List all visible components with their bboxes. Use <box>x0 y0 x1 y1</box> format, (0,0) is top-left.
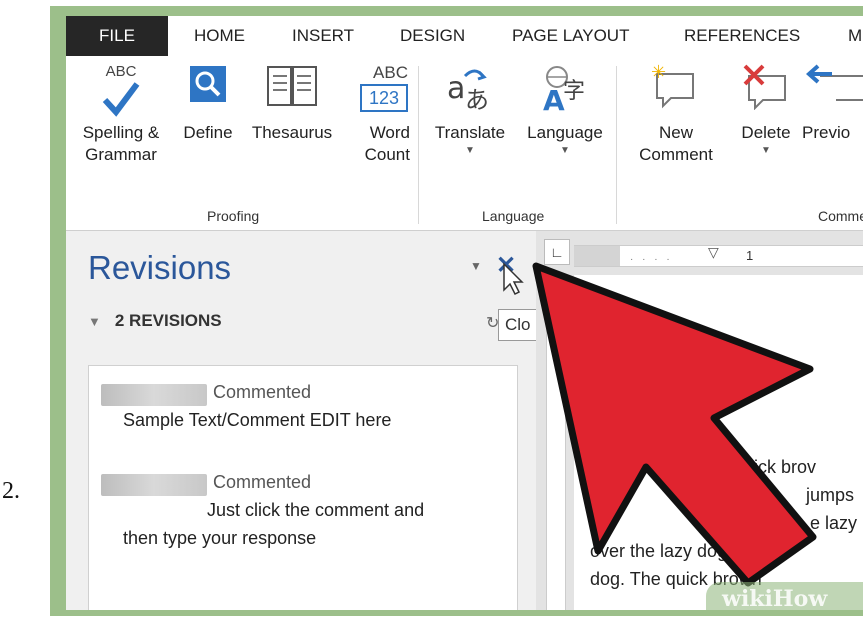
comments-group-label: Comme <box>818 208 863 224</box>
tab-home[interactable]: HOME <box>194 16 245 56</box>
translate-dropdown-icon[interactable]: ▼ <box>426 144 514 158</box>
screenshot-frame: FILE HOME INSERT DESIGN PAGE LAYOUT REFE… <box>50 6 863 616</box>
thesaurus-button[interactable]: Thesaurus <box>246 64 338 144</box>
doc-line-6: over the lazy dog. The <box>590 541 768 561</box>
svg-text:a: a <box>447 71 465 106</box>
revisions-title: Revisions <box>88 249 232 286</box>
svg-text:✳: ✳ <box>651 64 666 83</box>
revision-list: Commented Sample Text/Comment EDIT here … <box>88 365 518 610</box>
tab-design[interactable]: DESIGN <box>400 16 465 56</box>
language-dropdown-icon[interactable]: ▼ <box>518 144 612 158</box>
word-count-icon-top: ABC <box>373 63 408 82</box>
revisions-pane: Revisions ▼ ✕ ▼ 2 REVISIONS ↻ Clo Comment… <box>66 231 538 610</box>
thesaurus-label: Thesaurus <box>251 123 333 142</box>
ruler-margin <box>574 246 620 266</box>
author-name-blurred <box>101 384 207 406</box>
doc-line-4: jumps o <box>720 513 784 533</box>
book-icon <box>246 64 338 122</box>
tab-insert[interactable]: INSERT <box>292 16 354 56</box>
doc-line-2: k bro <box>724 485 765 505</box>
delete-comment-icon <box>728 64 804 122</box>
comment-action-1: Commented <box>213 382 312 402</box>
previous-comment-button[interactable]: Previo <box>802 64 863 144</box>
language-label: Language <box>527 123 603 142</box>
ruler-ticks: · · · · <box>630 254 673 265</box>
word-count-label-1: Word <box>369 123 410 142</box>
step-number: 2. <box>2 478 20 504</box>
spelling-grammar-button[interactable]: ABC Spelling & Grammar <box>70 64 172 166</box>
spelling-check-icon: ABC <box>70 64 172 122</box>
wikihow-watermark: wikiHow <box>722 586 828 610</box>
spelling-label-2: Grammar <box>85 145 157 164</box>
vertical-ruler[interactable] <box>546 275 566 610</box>
previous-label: Previo <box>802 123 851 142</box>
translate-label: Translate <box>434 123 506 142</box>
tab-references[interactable]: REFERENCES <box>684 16 800 56</box>
comment-text-1[interactable]: Sample Text/Comment EDIT here <box>123 410 391 431</box>
doc-line-3: jumps <box>806 485 855 505</box>
language-globe-icon: A 字 <box>518 64 612 122</box>
comment-text-2-line2[interactable]: then type your response <box>123 528 316 549</box>
doc-line-1: uick brov <box>744 457 817 477</box>
tab-mailings[interactable]: M <box>848 16 862 56</box>
tab-file[interactable]: FILE <box>66 16 168 56</box>
translate-button[interactable]: a あ Translate ▼ <box>426 64 514 158</box>
delete-dropdown-icon[interactable]: ▼ <box>728 144 804 158</box>
word-count-label-2: Count <box>364 145 410 164</box>
tab-page-layout[interactable]: PAGE LAYOUT <box>512 16 629 56</box>
document-page[interactable]: uick brov k bro jumps jumps o e lazy ove… <box>574 275 863 610</box>
word-count-button[interactable]: ABC 123 Word Count <box>342 64 410 166</box>
new-comment-button[interactable]: ✳ New Comment <box>626 64 726 166</box>
word-count-icon: ABC 123 <box>342 64 410 122</box>
comment-text-2-line1[interactable]: Just click the comment and <box>207 500 424 521</box>
svg-text:あ: あ <box>465 86 489 114</box>
word-count-icon-bottom: 123 <box>360 84 408 112</box>
word-window: FILE HOME INSERT DESIGN PAGE LAYOUT REFE… <box>66 16 863 610</box>
chevron-down-icon[interactable]: ▼ <box>88 314 101 329</box>
new-comment-label-2: Comment <box>639 145 713 164</box>
define-button[interactable]: Define <box>174 64 242 144</box>
spelling-label-1: Spelling & <box>82 123 160 142</box>
language-button[interactable]: A 字 Language ▼ <box>518 64 612 158</box>
doc-line-5: e lazy <box>810 513 858 533</box>
revisions-count[interactable]: ▼ 2 REVISIONS <box>88 311 222 331</box>
ruler-number: 1 <box>746 248 754 263</box>
translate-icon: a あ <box>426 64 514 122</box>
new-comment-label-1: New <box>658 123 693 142</box>
group-separator-2 <box>616 66 617 224</box>
previous-comment-icon <box>802 64 863 122</box>
comment-action-2: Commented <box>213 472 312 492</box>
language-group-label: Language <box>482 208 545 224</box>
group-separator <box>418 66 419 224</box>
ribbon-tabs: FILE HOME INSERT DESIGN PAGE LAYOUT REFE… <box>66 16 863 56</box>
define-label: Define <box>183 123 233 142</box>
close-icon[interactable]: ✕ <box>496 251 516 280</box>
proofing-group-label: Proofing <box>207 208 260 224</box>
define-search-icon <box>174 64 242 122</box>
spelling-icon-text: ABC <box>105 63 137 80</box>
tab-selector[interactable]: ∟ <box>544 239 570 265</box>
revisions-count-label: 2 REVISIONS <box>114 311 222 330</box>
indent-marker-icon[interactable]: ▽ <box>708 244 719 261</box>
horizontal-ruler[interactable]: · · · · ▽ 1 <box>574 244 863 267</box>
svg-text:A: A <box>543 84 565 114</box>
delete-comment-button[interactable]: Delete ▼ <box>728 64 804 158</box>
new-comment-icon: ✳ <box>626 64 726 122</box>
svg-text:字: 字 <box>563 79 585 104</box>
document-area: ∟ · · · · ▽ 1 uick brov k bro jumps jump… <box>536 231 863 610</box>
close-tooltip: Clo <box>498 309 538 341</box>
ribbon: ABC Spelling & Grammar Define Thesaurus … <box>66 56 863 231</box>
author-name-blurred-2 <box>101 474 207 496</box>
delete-label: Delete <box>741 123 791 142</box>
pane-options-icon[interactable]: ▼ <box>470 259 482 273</box>
